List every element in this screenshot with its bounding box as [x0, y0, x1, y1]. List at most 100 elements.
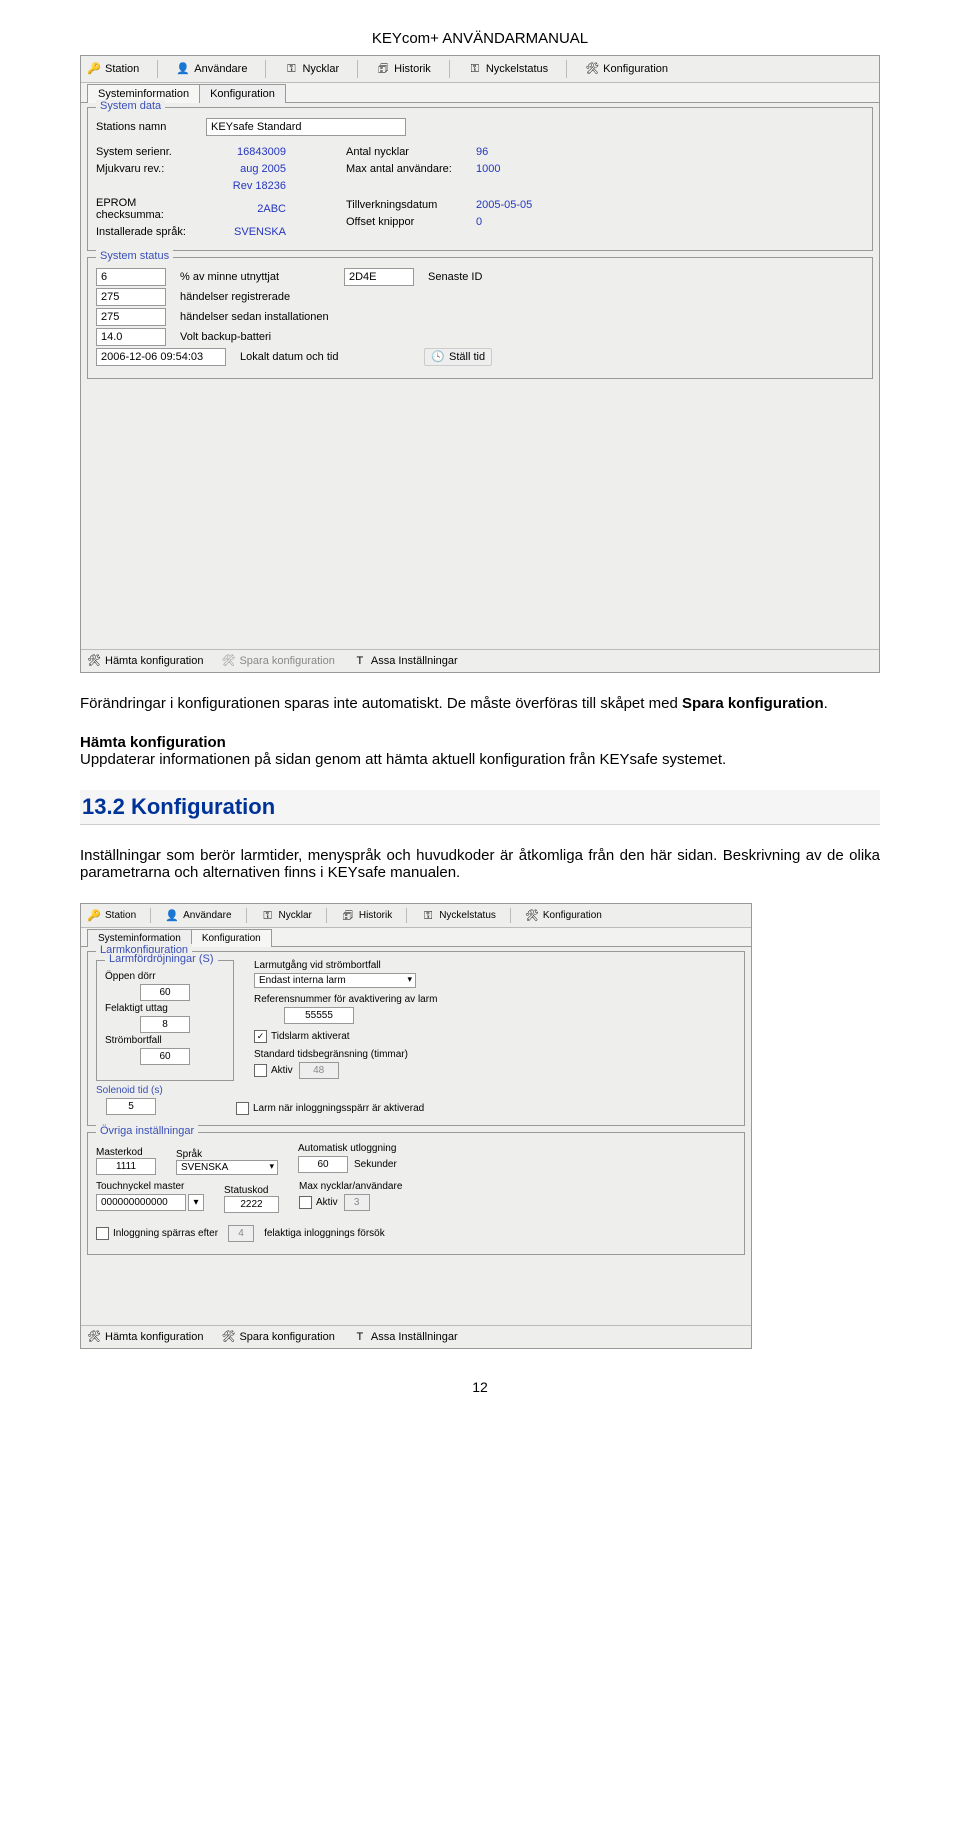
tt-icon: T — [353, 1330, 367, 1344]
sprak-select[interactable]: SVENSKA — [176, 1160, 278, 1175]
stall-tid-button[interactable]: 🕓 Ställ tid — [424, 348, 492, 366]
strombortfall-input[interactable]: 60 — [140, 1048, 190, 1065]
touch-input[interactable]: 000000000000 — [96, 1194, 186, 1211]
tt-icon: T — [353, 654, 367, 668]
spara-konfig-button[interactable]: 🛠Spara konfiguration — [221, 1330, 334, 1344]
aktiv-label: Aktiv — [271, 1065, 293, 1076]
window-konfiguration: 🔑Station 👤Användare ⚿Nycklar 🗊Historik ⚿… — [80, 903, 752, 1349]
tab-users[interactable]: 👤Användare — [165, 909, 231, 923]
tab-history-label: Historik — [359, 910, 392, 921]
spara-label: Spara konfiguration — [239, 1331, 334, 1343]
spara-label: Spara konfiguration — [239, 655, 334, 667]
tab-users[interactable]: 👤Användare — [176, 62, 247, 76]
hamta-konfig-button[interactable]: 🛠Hämta konfiguration — [87, 654, 203, 668]
separator — [150, 908, 151, 923]
tidslarm-checkbox[interactable]: ✓Tidslarm aktiverat — [254, 1030, 350, 1043]
tab-station[interactable]: 🔑Station — [87, 909, 136, 923]
datum-input[interactable]: 2006-12-06 09:54:03 — [96, 348, 226, 366]
larm-inlogg-label: Larm när inloggningsspärr är aktiverad — [253, 1103, 424, 1114]
p2: Uppdaterar informationen på sidan genom … — [80, 751, 726, 768]
separator — [510, 908, 511, 923]
max-nyck-input: 3 — [344, 1194, 370, 1211]
tab-keystatus[interactable]: ⚿ Nyckelstatus — [468, 62, 548, 76]
separator — [406, 908, 407, 923]
tab-keys-label: Nycklar — [279, 910, 312, 921]
senaste-input[interactable]: 2D4E — [344, 268, 414, 286]
tab-keys[interactable]: ⚿Nycklar — [284, 62, 339, 76]
tillverk-label: Tillverkningsdatum — [346, 199, 466, 211]
doc-icon: 🗊 — [376, 62, 390, 76]
keystat-icon: ⚿ — [468, 62, 482, 76]
solenoid-input[interactable]: 5 — [106, 1098, 156, 1115]
systemstatus-legend: System status — [96, 250, 173, 262]
clock-icon: 🕓 — [431, 350, 445, 364]
mjukvaru-value1: aug 2005 — [216, 163, 286, 175]
eprom-label: EPROM checksumma: — [96, 197, 206, 221]
tab-history[interactable]: 🗊 Historik — [376, 62, 431, 76]
tab-keystatus[interactable]: ⚿Nyckelstatus — [421, 909, 496, 923]
inlogg-sparras-checkbox[interactable]: Inloggning spärras efter — [96, 1227, 218, 1240]
felaktigt-label: Felaktigt uttag — [105, 1003, 225, 1014]
tab-history-label: Historik — [394, 63, 431, 75]
tab-config[interactable]: 🛠Konfiguration — [585, 62, 668, 76]
person-icon: 👤 — [176, 62, 190, 76]
tab-config[interactable]: 🛠Konfiguration — [525, 909, 602, 923]
serienr-label: System serienr. — [96, 146, 206, 158]
separator — [357, 60, 358, 78]
oppen-input[interactable]: 60 — [140, 984, 190, 1001]
refnr-label: Referensnummer för avaktivering av larm — [254, 994, 736, 1005]
tab-config-label: Konfiguration — [543, 910, 602, 921]
statuskod-input[interactable]: 2222 — [224, 1196, 279, 1213]
hamta-konfig-button[interactable]: 🛠 Hämta konfiguration — [87, 1330, 203, 1344]
touch-label: Touchnyckel master — [96, 1181, 204, 1192]
hamta-label: Hämta konfiguration — [105, 1331, 203, 1343]
subtab-config[interactable]: Konfiguration — [191, 929, 272, 947]
sekunder-label: Sekunder — [354, 1159, 397, 1170]
max-anvandare-value: 1000 — [476, 163, 546, 175]
tab-config-label: Konfiguration — [603, 63, 668, 75]
handelser-reg-input[interactable]: 275 — [96, 288, 166, 306]
volt-input[interactable]: 14.0 — [96, 328, 166, 346]
p3: Inställningar som berör larmtider, menys… — [80, 847, 880, 881]
aktiv-checkbox[interactable]: Aktiv — [254, 1064, 293, 1077]
datum-label: Lokalt datum och tid — [240, 351, 410, 363]
main-toolbar: 🔑Station 👤Användare ⚿Nycklar 🗊 Historik ⚿… — [81, 56, 879, 83]
assa-button[interactable]: TAssa Inställningar — [353, 1330, 458, 1344]
assa-button[interactable]: TAssa Inställningar — [353, 654, 458, 668]
touch-picker-button[interactable]: ▾ — [188, 1194, 204, 1211]
max-anvandare-label: Max antal användare: — [346, 163, 466, 175]
refnr-input[interactable]: 55555 — [284, 1007, 354, 1024]
person-icon: 👤 — [165, 909, 179, 923]
p1a: Förändringar i konfigurationen sparas in… — [80, 695, 682, 712]
minne-label: % av minne utnyttjat — [180, 271, 330, 283]
tab-station[interactable]: 🔑Station — [87, 62, 139, 76]
separator — [265, 60, 266, 78]
larm-inlogg-checkbox[interactable]: Larm när inloggningsspärr är aktiverad — [236, 1102, 424, 1115]
separator — [449, 60, 450, 78]
stall-tid-label: Ställ tid — [449, 351, 485, 363]
subtab-config[interactable]: Konfiguration — [199, 84, 286, 103]
minne-input[interactable]: 6 — [96, 268, 166, 286]
tab-station-label: Station — [105, 910, 136, 921]
stations-namn-input[interactable]: KEYsafe Standard — [206, 118, 406, 136]
tillverk-value: 2005-05-05 — [476, 199, 546, 211]
tab-keys[interactable]: ⚿Nycklar — [261, 909, 312, 923]
max-nyck-aktiv-checkbox[interactable]: Aktiv — [299, 1196, 338, 1209]
page-number: 12 — [80, 1379, 880, 1395]
auto-input[interactable]: 60 — [298, 1156, 348, 1173]
mjukvaru-label: Mjukvaru rev.: — [96, 163, 206, 175]
mjukvaru-value2: Rev 18236 — [216, 180, 286, 192]
hamta-label: Hämta konfiguration — [105, 655, 203, 667]
masterkod-input[interactable]: 1111 — [96, 1158, 156, 1175]
felaktigt-input[interactable]: 8 — [140, 1016, 190, 1033]
wrench-icon: 🛠 — [87, 1330, 101, 1344]
separator — [326, 908, 327, 923]
tab-history[interactable]: 🗊Historik — [341, 909, 392, 923]
separator — [566, 60, 567, 78]
installerade-label: Installerade språk: — [96, 226, 206, 238]
handelser-inst-input[interactable]: 275 — [96, 308, 166, 326]
tidslarm-label: Tidslarm aktiverat — [271, 1031, 350, 1042]
larmutgang-select[interactable]: Endast interna larm — [254, 973, 416, 988]
hamta-konfig-heading: Hämta konfiguration — [80, 734, 226, 751]
tab-keystatus-label: Nyckelstatus — [486, 63, 548, 75]
